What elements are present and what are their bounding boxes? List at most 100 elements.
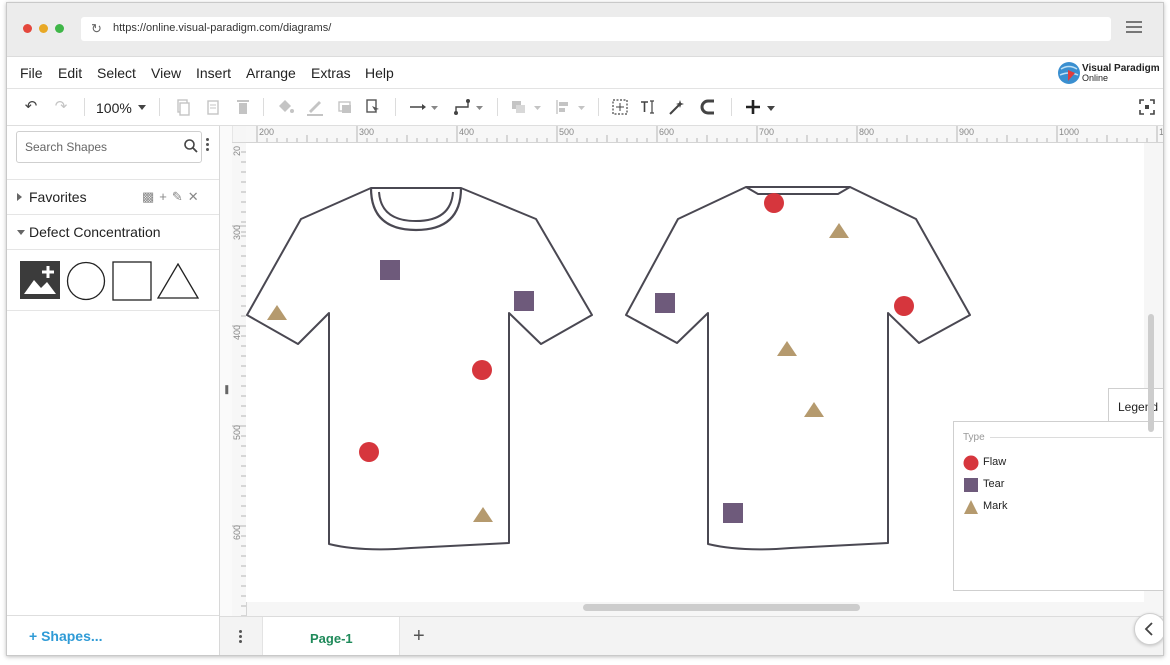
- undo-icon[interactable]: ↶: [21, 97, 41, 117]
- page-tab-label: Page-1: [310, 631, 353, 646]
- favorites-add-icon[interactable]: +: [159, 189, 167, 204]
- mark-triangle-icon: [964, 500, 978, 514]
- menu-select[interactable]: Select: [97, 65, 136, 81]
- visual-paradigm-logo: Visual Paradigm Online: [1057, 60, 1160, 86]
- diagram-page[interactable]: Legend Type Flaw Tear Mark: [246, 143, 1163, 602]
- line-color-icon[interactable]: [305, 97, 325, 117]
- align-icon[interactable]: [553, 97, 573, 117]
- chevron-left-icon: [1144, 622, 1153, 636]
- ruler-tick-label: 1000: [1059, 127, 1079, 137]
- browser-menu-icon[interactable]: [1126, 21, 1142, 35]
- flaw-marker[interactable]: [472, 360, 492, 380]
- favorites-remove-icon[interactable]: ✕: [188, 189, 199, 204]
- zoom-dropdown-icon[interactable]: [138, 105, 146, 110]
- collapse-icon[interactable]: [17, 230, 25, 235]
- vertical-scrollbar[interactable]: [1148, 314, 1154, 432]
- minimize-window-icon[interactable]: [39, 24, 48, 33]
- sidebar-options-icon[interactable]: [206, 138, 210, 153]
- tear-square-icon: [964, 478, 978, 492]
- text-box-icon[interactable]: [638, 97, 658, 117]
- tshirt-back[interactable]: [625, 186, 971, 551]
- ruler-tick-label: 500: [232, 425, 242, 440]
- tear-marker[interactable]: [380, 260, 400, 280]
- search-shapes-input[interactable]: [23, 139, 177, 155]
- copy-icon[interactable]: [173, 97, 193, 117]
- more-shapes-link[interactable]: + Shapes...: [29, 628, 103, 644]
- menu-edit[interactable]: Edit: [58, 65, 82, 81]
- add-page-icon[interactable]: +: [413, 625, 425, 648]
- shapes-footer: + Shapes...: [7, 615, 219, 655]
- zoom-level[interactable]: 100%: [96, 100, 132, 116]
- legend-box[interactable]: Type Flaw Tear Mark: [953, 421, 1163, 591]
- align-dropdown-icon[interactable]: [578, 106, 585, 110]
- canvas-area[interactable]: ❚❚ 200300400500600700800900100011 203004…: [220, 126, 1163, 616]
- app-window: ↻ https://online.visual-paradigm.com/dia…: [6, 2, 1164, 656]
- flaw-circle-icon: [963, 455, 979, 471]
- format-painter-icon[interactable]: [363, 97, 383, 117]
- favorites-edit-icon[interactable]: ✎: [172, 189, 183, 204]
- favorites-import-icon[interactable]: ▩: [142, 189, 154, 204]
- logo-globe-icon: [1058, 62, 1080, 84]
- ruler-tick-label: 400: [459, 127, 474, 137]
- ruler-tick-label: 500: [559, 127, 574, 137]
- ruler-tick-label: 900: [959, 127, 974, 137]
- connector-dropdown-icon[interactable]: [431, 106, 438, 110]
- collapse-panel-button[interactable]: [1134, 613, 1163, 645]
- favorites-section[interactable]: Favorites ▩ + ✎ ✕: [7, 179, 219, 214]
- close-window-icon[interactable]: [23, 24, 32, 33]
- paste-icon[interactable]: [203, 97, 223, 117]
- tshirt-front[interactable]: [246, 187, 593, 551]
- circle-shape-icon[interactable]: [66, 261, 106, 301]
- expand-icon[interactable]: [17, 193, 22, 201]
- waypoint-dropdown-icon[interactable]: [476, 106, 483, 110]
- fullscreen-icon[interactable]: [1137, 97, 1157, 117]
- ruler-tick-label: 800: [859, 127, 874, 137]
- order-dropdown-icon[interactable]: [534, 106, 541, 110]
- insert-plus-icon[interactable]: [743, 97, 763, 117]
- flaw-marker[interactable]: [764, 193, 784, 213]
- address-bar[interactable]: ↻ https://online.visual-paradigm.com/dia…: [81, 17, 1111, 41]
- tear-marker[interactable]: [723, 503, 743, 523]
- horizontal-scrollbar[interactable]: [583, 604, 860, 611]
- menu-bar: File Edit Select View Insert Arrange Ext…: [7, 57, 1163, 89]
- more-shapes-label: Shapes...: [41, 628, 103, 644]
- square-shape-icon[interactable]: [112, 261, 152, 301]
- page-options-icon[interactable]: [239, 630, 242, 645]
- ruler-tick-label: 200: [259, 127, 274, 137]
- ruler-tick-label: 20: [232, 146, 242, 156]
- menu-view[interactable]: View: [151, 65, 181, 81]
- url-text: https://online.visual-paradigm.com/diagr…: [113, 22, 332, 34]
- insert-dropdown-icon[interactable]: [767, 106, 775, 111]
- category-label: Defect Concentration: [29, 224, 161, 240]
- favorites-label: Favorites: [29, 189, 87, 205]
- fill-color-icon[interactable]: [275, 97, 295, 117]
- delete-icon[interactable]: [233, 97, 253, 117]
- tear-marker[interactable]: [514, 291, 534, 311]
- connector-style-icon[interactable]: [408, 97, 428, 117]
- search-icon[interactable]: [183, 138, 199, 154]
- ruler-tick-label: 300: [232, 225, 242, 240]
- magic-wand-icon[interactable]: [667, 97, 687, 117]
- arrange-order-icon[interactable]: [509, 97, 529, 117]
- defect-concentration-section[interactable]: Defect Concentration: [7, 214, 219, 249]
- tear-marker[interactable]: [655, 293, 675, 313]
- flaw-marker[interactable]: [894, 296, 914, 316]
- legend-label-mark: Mark: [983, 500, 1008, 512]
- reload-icon[interactable]: ↻: [91, 21, 102, 37]
- waypoint-icon[interactable]: [453, 97, 473, 117]
- menu-arrange[interactable]: Arrange: [246, 65, 296, 81]
- page-tab-current[interactable]: Page-1: [262, 617, 400, 655]
- magnet-icon[interactable]: [699, 97, 719, 117]
- image-shape-icon[interactable]: [20, 261, 60, 299]
- fit-selection-icon[interactable]: [610, 97, 630, 117]
- maximize-window-icon[interactable]: [55, 24, 64, 33]
- triangle-shape-icon[interactable]: [157, 263, 199, 299]
- menu-extras[interactable]: Extras: [311, 65, 351, 81]
- legend-tab[interactable]: Legend: [1108, 388, 1163, 423]
- shadow-icon[interactable]: [335, 97, 355, 117]
- menu-file[interactable]: File: [20, 65, 43, 81]
- flaw-marker[interactable]: [359, 442, 379, 462]
- menu-insert[interactable]: Insert: [196, 65, 231, 81]
- menu-help[interactable]: Help: [365, 65, 394, 81]
- redo-icon[interactable]: ↷: [51, 97, 71, 117]
